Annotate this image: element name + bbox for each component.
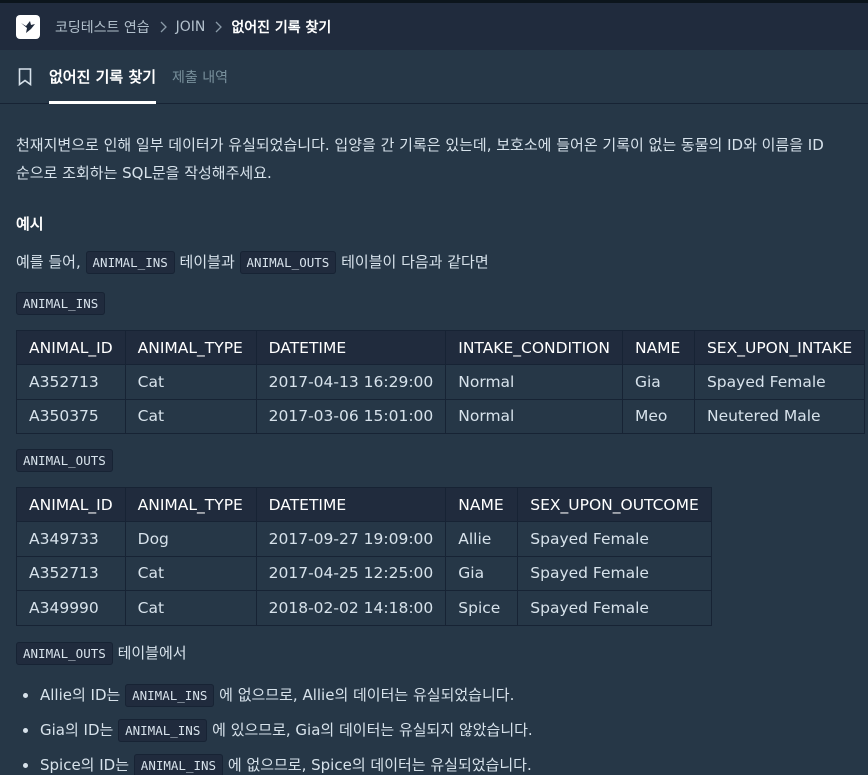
table-cell: Gia: [445, 555, 519, 591]
table-row: A350375 Cat 2017-03-06 15:01:00 Normal M…: [16, 398, 866, 434]
table-row: A352713 Cat 2017-04-25 12:25:00 Gia Spay…: [16, 555, 713, 591]
table-cell: Meo: [621, 398, 695, 434]
list-item: Gia의 ID는 ANIMAL_INS 에 있으므로, Gia의 데이터는 유실…: [23, 719, 533, 742]
chevron-right-icon: [154, 18, 172, 36]
table-row: A352713 Cat 2017-04-13 16:29:00 Normal G…: [16, 364, 866, 400]
table-cell: Spayed Female: [517, 521, 713, 557]
table-cell: Neutered Male: [693, 398, 866, 434]
example-heading: 예시: [16, 215, 44, 233]
list-item-prefix: Spice의 ID는: [40, 756, 134, 774]
table-header-cell: DATETIME: [255, 487, 447, 522]
table-header-cell: ANIMAL_ID: [16, 487, 126, 522]
table-cell: Spayed Female: [517, 590, 713, 626]
example-intro-prefix: 예를 들어,: [16, 253, 86, 271]
code-animal-ins: ANIMAL_INS: [133, 754, 224, 775]
table-cell: Gia: [621, 364, 695, 400]
table-cell: 2017-04-13 16:29:00: [255, 364, 447, 400]
table-cell: 2017-09-27 19:09:00: [255, 521, 447, 557]
code-animal-outs: ANIMAL_OUTS: [16, 642, 113, 665]
list-item-suffix: 에 없으므로, Spice의 데이터는 유실되었습니다.: [223, 756, 532, 774]
breadcrumb-current: 없어진 기록 찾기: [231, 19, 332, 36]
logo-icon[interactable]: [16, 14, 40, 39]
table-header-cell: SEX_UPON_INTAKE: [693, 330, 866, 365]
ins-table-label-code: ANIMAL_INS: [16, 292, 106, 315]
description-line-2: 순으로 조회하는 SQL문을 작성해주세요.: [16, 164, 272, 182]
outs-table-label-code: ANIMAL_OUTS: [16, 449, 113, 472]
example-intro-suffix: 테이블이 다음과 같다면: [336, 253, 489, 271]
top-navigation-bar: 코딩테스트 연습 JOIN 없어진 기록 찾기: [0, 0, 868, 50]
table-cell: Normal: [445, 364, 623, 400]
table-cell: 2018-02-02 14:18:00: [255, 590, 447, 626]
code-animal-ins: ANIMAL_INS: [118, 719, 208, 742]
ins-table-label: ANIMAL_INS: [16, 292, 106, 315]
table-cell: A349733: [16, 521, 126, 557]
table-row: A349990 Cat 2018-02-02 14:18:00 Spice Sp…: [16, 590, 713, 626]
table-cell: Cat: [124, 398, 257, 434]
animal-outs-table: ANIMAL_ID ANIMAL_TYPE DATETIME NAME SEX_…: [16, 487, 713, 626]
list-item-prefix: Allie의 ID는: [40, 686, 126, 704]
tab-bar: 없어진 기록 찾기 제출 내역: [0, 50, 868, 104]
table-cell: A352713: [16, 364, 126, 400]
table-cell: Cat: [124, 555, 257, 591]
table-cell: Spice: [445, 590, 519, 626]
table-cell: Cat: [124, 364, 257, 400]
list-item: Spice의 ID는 ANIMAL_INS 에 없으므로, Spice의 데이터…: [23, 754, 533, 775]
table-cell: 2017-03-06 15:01:00: [255, 398, 447, 434]
table-header-cell: INTAKE_CONDITION: [445, 330, 623, 365]
table-cell: A349990: [16, 590, 126, 626]
tab-submissions[interactable]: 제출 내역: [172, 50, 228, 104]
table-row: A349733 Dog 2017-09-27 19:09:00 Allie Sp…: [16, 521, 713, 557]
table-cell: Allie: [445, 521, 519, 557]
table-cell: A350375: [16, 398, 126, 434]
list-item-suffix: 에 있으므로, Gia의 데이터는 유실되지 않았습니다.: [207, 721, 533, 739]
table-cell: Normal: [445, 398, 623, 434]
code-animal-outs: ANIMAL_OUTS: [239, 251, 337, 274]
table-header-row: ANIMAL_ID ANIMAL_TYPE DATETIME NAME SEX_…: [16, 487, 713, 522]
example-intro: 예를 들어, ANIMAL_INS 테이블과 ANIMAL_OUTS 테이블이 …: [16, 248, 866, 277]
table-header-cell: DATETIME: [255, 330, 447, 365]
breadcrumb-coding-test[interactable]: 코딩테스트 연습: [55, 17, 150, 37]
table-cell: Spayed Female: [693, 364, 866, 400]
example-intro-mid: 테이블과: [174, 253, 240, 271]
table-header-cell: ANIMAL_TYPE: [124, 487, 257, 522]
problem-content: 천재지변으로 인해 일부 데이터가 유실되었습니다. 입양을 간 기록은 있는데…: [0, 105, 868, 775]
list-item-suffix: 에 없으므로, Allie의 데이터는 유실되었습니다.: [214, 686, 515, 704]
breadcrumb-join[interactable]: JOIN: [176, 19, 206, 35]
explanation-list: Allie의 ID는 ANIMAL_INS 에 없으므로, Allie의 데이터…: [23, 684, 533, 775]
table-cell: Cat: [124, 590, 257, 626]
table-cell: 2017-04-25 12:25:00: [255, 555, 447, 591]
table-header-cell: ANIMAL_TYPE: [124, 330, 257, 365]
chevron-right-icon: [209, 18, 227, 36]
table-header-row: ANIMAL_ID ANIMAL_TYPE DATETIME INTAKE_CO…: [16, 330, 866, 365]
tab-problem[interactable]: 없어진 기록 찾기: [49, 50, 157, 104]
table-header-cell: NAME: [445, 487, 519, 522]
code-animal-ins: ANIMAL_INS: [125, 684, 215, 707]
description-line-1: 천재지변으로 인해 일부 데이터가 유실되었습니다. 입양을 간 기록은 있는데…: [16, 136, 824, 154]
animal-ins-table: ANIMAL_ID ANIMAL_TYPE DATETIME INTAKE_CO…: [16, 330, 866, 434]
table-cell: A352713: [16, 555, 126, 591]
outs-note-text: 테이블에서: [112, 644, 187, 662]
bookmark-icon[interactable]: [18, 67, 36, 87]
table-header-cell: NAME: [621, 330, 695, 365]
table-cell: Dog: [124, 521, 257, 557]
list-item-prefix: Gia의 ID는: [40, 721, 119, 739]
outs-table-label: ANIMAL_OUTS: [16, 449, 113, 472]
table-header-cell: ANIMAL_ID: [16, 330, 126, 365]
outs-note: ANIMAL_OUTS 테이블에서: [16, 639, 866, 668]
code-animal-ins: ANIMAL_INS: [85, 251, 175, 274]
table-header-cell: SEX_UPON_OUTCOME: [517, 487, 713, 522]
table-cell: Spayed Female: [517, 555, 713, 591]
list-item: Allie의 ID는 ANIMAL_INS 에 없으므로, Allie의 데이터…: [23, 684, 533, 707]
